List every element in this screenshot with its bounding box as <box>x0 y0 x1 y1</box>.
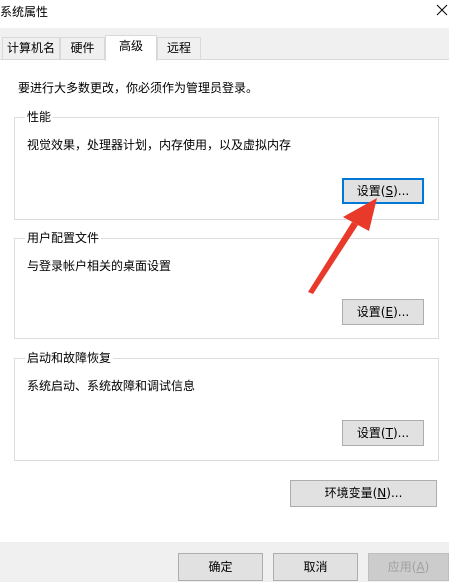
window-title: 系统属性 <box>0 5 49 19</box>
user-profiles-description: 与登录帐户相关的桌面设置 <box>27 259 172 273</box>
user-profiles-settings-button[interactable]: 设置(E)... <box>342 299 424 325</box>
title-bar: 系统属性 <box>0 0 449 28</box>
close-icon[interactable] <box>433 2 449 18</box>
tab-advanced[interactable]: 高级 <box>105 35 157 61</box>
cancel-button[interactable]: 取消 <box>273 553 358 581</box>
tab-remote[interactable]: 远程 <box>157 37 201 60</box>
tab-computer-name[interactable]: 计算机名 <box>2 37 60 60</box>
tab-hardware[interactable]: 硬件 <box>60 37 105 60</box>
startup-recovery-label: 启动和故障恢复 <box>25 350 114 366</box>
ok-button[interactable]: 确定 <box>178 553 263 581</box>
advanced-tab-page: 要进行大多数更改，你必须作为管理员登录。 性能 视觉效果，处理器计划，内存使用，… <box>0 59 449 542</box>
performance-description: 视觉效果，处理器计划，内存使用，以及虚拟内存 <box>27 138 292 152</box>
user-profiles-label: 用户配置文件 <box>25 230 102 246</box>
performance-label: 性能 <box>25 109 54 125</box>
tab-strip: 计算机名 硬件 高级 远程 <box>0 35 449 61</box>
startup-recovery-settings-button[interactable]: 设置(T)... <box>342 420 424 446</box>
apply-button[interactable]: 应用(A) <box>368 553 449 581</box>
admin-notice: 要进行大多数更改，你必须作为管理员登录。 <box>18 81 259 95</box>
startup-recovery-description: 系统启动、系统故障和调试信息 <box>27 379 196 393</box>
arrow-head <box>343 198 377 231</box>
startup-recovery-group: 启动和故障恢复 系统启动、系统故障和调试信息 设置(T)... <box>14 350 439 461</box>
environment-variables-button[interactable]: 环境变量(N)... <box>290 480 437 507</box>
red-arrow-annotation <box>308 198 377 294</box>
arrow-shaft <box>308 222 358 294</box>
dialog-footer: 确定 取消 应用(A) <box>0 542 449 582</box>
